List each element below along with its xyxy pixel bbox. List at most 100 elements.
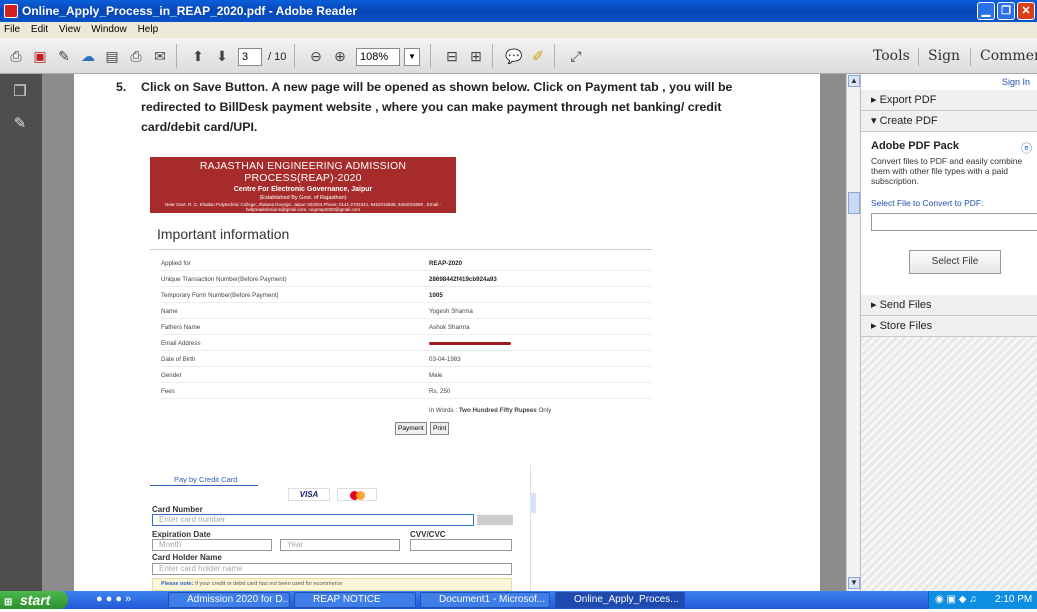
store-files-section[interactable]: ▸ Store Files	[861, 316, 1037, 337]
print-icon[interactable]: ⎙	[126, 46, 146, 66]
card-number-input[interactable]: Enter card number	[152, 514, 474, 526]
tab-comment[interactable]: Comment	[980, 48, 1037, 64]
tab-sign[interactable]: Sign	[928, 48, 960, 64]
row-value: Yogesh Sharma	[429, 308, 473, 315]
scroll-up-icon[interactable]: ▲	[848, 75, 860, 87]
menu-bar: File Edit View Window Help	[0, 22, 1037, 38]
row-label: Name	[161, 308, 178, 315]
print-button[interactable]: Print	[430, 422, 450, 435]
task-reap-notice[interactable]: REAP NOTICE	[294, 592, 416, 608]
banner-email: helpreadmissions@gmail.com, cegreap2020@…	[246, 207, 360, 212]
card-note: Please note: If your credit or debit car…	[152, 578, 512, 591]
info-icon[interactable]: ⓔ	[1021, 140, 1032, 156]
start-button[interactable]: ⊞ start	[0, 591, 68, 609]
combine-icon[interactable]: ▣	[30, 46, 50, 66]
fit-page-icon[interactable]: ⊟	[442, 46, 462, 66]
cloud-upload-icon[interactable]: ☁	[78, 46, 98, 66]
select-convert-label: Select File to Convert to PDF:	[871, 198, 984, 208]
send-files-section[interactable]: ▸ Send Files	[861, 295, 1037, 316]
month-select[interactable]: Month	[152, 539, 272, 551]
banner-title: RAJASTHAN ENGINEERING ADMISSION PROCESS(…	[199, 160, 407, 184]
info-heading: Important information	[157, 226, 290, 242]
toolbar-divider	[918, 48, 919, 66]
toolbar: ⎙ ▣ ✎ ☁ ▤ ⎙ ✉ ⬆ ⬇ 3 / 10 ⊖ ⊕ 108% ▼ ⊟ ⊞ …	[0, 38, 1037, 74]
row-value: Rs. 250	[429, 388, 451, 395]
table-row: Temporary Form Number(Before Payment) 100…	[161, 288, 651, 303]
page-thumbnails-icon[interactable]: ❐	[12, 82, 28, 100]
create-pdf-section[interactable]: ▾ Create PDF	[861, 111, 1037, 132]
create-pdf-icon[interactable]: ⎙	[6, 46, 26, 66]
zoom-dropdown-icon[interactable]: ▼	[404, 48, 420, 66]
menu-file[interactable]: File	[4, 24, 20, 35]
row-value: 1005	[429, 292, 443, 299]
highlight-icon[interactable]: ✐	[528, 46, 548, 66]
maximize-button[interactable]: ❐	[997, 2, 1015, 20]
row-label: Applied for	[161, 260, 191, 267]
next-page-icon[interactable]: ⬇	[212, 46, 232, 66]
zoom-out-icon[interactable]: ⊖	[306, 46, 326, 66]
table-row: Fathers Name Ashok Sharma	[161, 320, 651, 335]
card-holder-input[interactable]: Enter card holder name	[152, 563, 512, 575]
toolbar-divider	[492, 44, 493, 68]
sign-in-link[interactable]: Sign In	[861, 74, 1037, 90]
table-row: Name Yogesh Sharma	[161, 304, 651, 319]
clock[interactable]: 2:10 PM	[995, 591, 1032, 609]
row-value: 03-04-1983	[429, 356, 461, 363]
card-number-label: Card Number	[152, 505, 203, 514]
in-words: In Words : Two Hundred Fifty Rupees Only	[429, 407, 552, 414]
page-number-input[interactable]: 3	[238, 48, 262, 66]
expiration-label: Expiration Date	[152, 530, 211, 539]
pay-by-credit-card-tab[interactable]: Pay by Credit Card	[174, 475, 237, 484]
banner-established: (Established By Govt. of Rajasthan)	[259, 195, 347, 201]
cvv-input[interactable]	[410, 539, 512, 551]
step-line-2: redirected to BillDesk payment website ,…	[141, 100, 722, 114]
redacted-email	[429, 342, 511, 345]
menu-help[interactable]: Help	[138, 24, 159, 35]
tray-icons[interactable]: ◉ ▣ ◆ ♫	[935, 591, 977, 609]
vertical-scrollbar[interactable]: ▲ ▼	[846, 74, 860, 591]
export-pdf-section[interactable]: ▸ Export PDF	[861, 90, 1037, 111]
close-button[interactable]: ✕	[1017, 2, 1035, 20]
attachments-icon[interactable]: ✎	[12, 114, 28, 132]
payment-button[interactable]: Payment	[395, 422, 427, 435]
row-value: Ashok Sharma	[429, 324, 470, 331]
pdf-pack-description: Convert files to PDF and easily combine …	[871, 156, 1023, 186]
select-file-button[interactable]: Select File	[909, 250, 1001, 274]
navigation-rail: ❐ ✎	[0, 74, 42, 591]
minimize-button[interactable]: ▁	[977, 2, 995, 20]
card-panel-border	[530, 465, 531, 591]
email-icon[interactable]: ✉	[150, 46, 170, 66]
zoom-input[interactable]: 108%	[356, 48, 400, 66]
year-select[interactable]: Year	[280, 539, 400, 551]
scroll-down-icon[interactable]: ▼	[848, 577, 860, 589]
fit-width-icon[interactable]: ⊞	[466, 46, 486, 66]
windows-logo-icon: ⊞	[4, 597, 13, 608]
menu-view[interactable]: View	[59, 24, 81, 35]
menu-window[interactable]: Window	[91, 24, 127, 35]
quick-launch-icons[interactable]: ● ● ● »	[96, 593, 131, 605]
save-icon[interactable]: ▤	[102, 46, 122, 66]
fullscreen-icon[interactable]: ⤢	[566, 46, 586, 66]
tab-tools[interactable]: Tools	[873, 48, 910, 64]
card-panel-scroll	[530, 493, 536, 513]
row-label: Unique Transaction Number(Before Payment…	[161, 276, 287, 283]
toolbar-divider	[430, 44, 431, 68]
edit-icon[interactable]: ✎	[54, 46, 74, 66]
mastercard-logo	[337, 488, 377, 501]
zoom-in-icon[interactable]: ⊕	[330, 46, 350, 66]
tab-underline	[150, 485, 258, 486]
file-path-field[interactable]	[871, 213, 1037, 231]
menu-edit[interactable]: Edit	[31, 24, 48, 35]
in-words-row: In Words : Two Hundred Fifty Rupees Only	[161, 403, 651, 418]
task-adobe-reader[interactable]: Online_Apply_Proces...	[555, 592, 685, 608]
scroll-thumb[interactable]	[848, 192, 860, 214]
task-word-document[interactable]: Document1 - Microsof...	[420, 592, 550, 608]
row-label: Date of Birth	[161, 356, 196, 363]
previous-page-icon[interactable]: ⬆	[188, 46, 208, 66]
banner-subtitle: Centre For Electronic Governance, Jaipur	[233, 186, 373, 193]
reap-banner: RAJASTHAN ENGINEERING ADMISSION PROCESS(…	[150, 157, 456, 213]
tools-panel: Sign In ▸ Export PDF ▾ Create PDF Adobe …	[860, 74, 1037, 591]
comment-icon[interactable]: 💬	[504, 46, 524, 66]
toolbar-divider	[294, 44, 295, 68]
task-chrome[interactable]: Admission 2020 for D...	[168, 592, 290, 608]
